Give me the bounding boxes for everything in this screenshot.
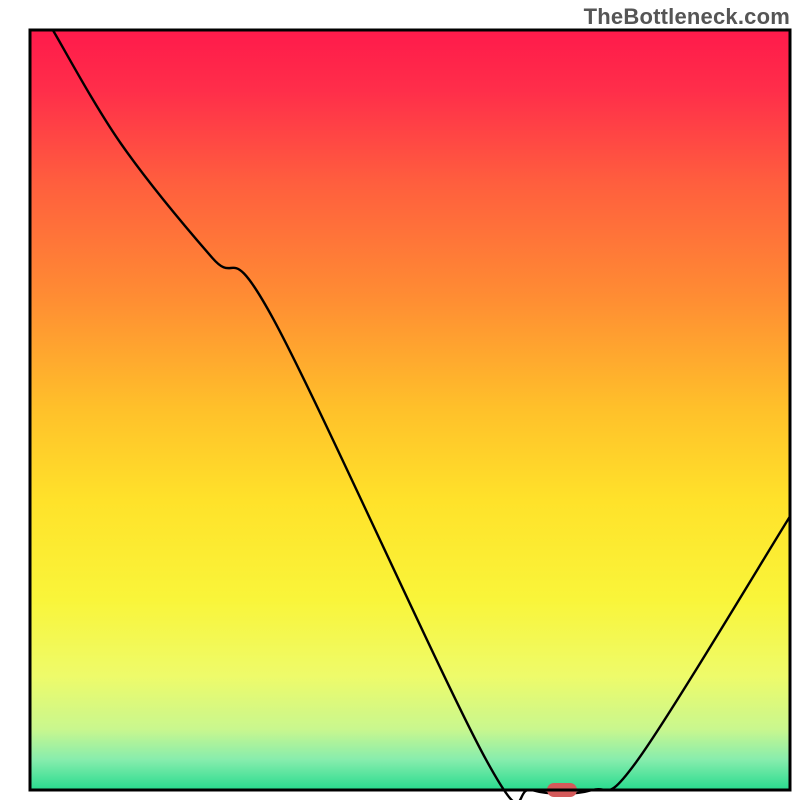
watermark-label: TheBottleneck.com [584,4,790,30]
plot-background [30,30,790,790]
chart-canvas [0,0,800,800]
bottleneck-chart: TheBottleneck.com [0,0,800,800]
